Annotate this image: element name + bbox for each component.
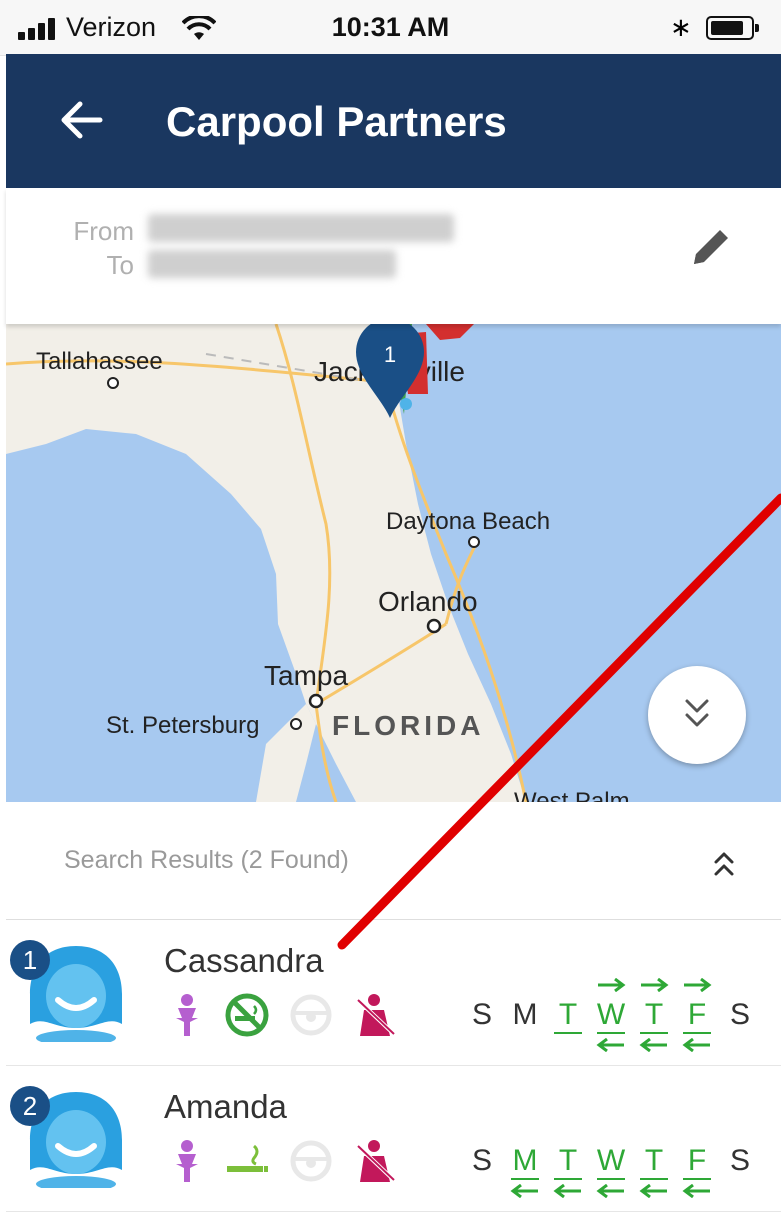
day-active-underline — [597, 1032, 625, 1034]
day-label: S — [471, 998, 492, 1031]
day-label: F — [687, 1144, 707, 1177]
day-label: M — [512, 998, 538, 1031]
female-icon — [176, 1140, 198, 1182]
arrow-right-icon — [684, 978, 712, 992]
rank-badge: 1 — [10, 940, 50, 980]
bluetooth-icon: ∗ — [670, 12, 692, 42]
from-address-redacted — [148, 214, 454, 242]
no-rider-seat-icon — [357, 1140, 398, 1184]
day-label: F — [687, 998, 707, 1031]
day-active-underline — [683, 1178, 711, 1180]
day-active-underline — [554, 1178, 582, 1180]
day-active-underline — [640, 1178, 668, 1180]
arrow-right-icon — [641, 978, 669, 992]
arrow-left-icon — [682, 1038, 710, 1052]
partner-name: Amanda — [164, 1088, 287, 1125]
map-marker-icon[interactable]: 1 — [356, 324, 476, 420]
battery-icon — [706, 16, 759, 40]
female-icon — [176, 994, 198, 1036]
arrow-left-icon — [639, 1184, 667, 1198]
route-panel: From To — [6, 188, 781, 324]
steering-wheel-icon — [290, 994, 332, 1036]
day-label: T — [644, 1144, 664, 1177]
map-view[interactable]: Tallahassee Jacksonville Daytona Beach O… — [6, 324, 781, 802]
day-label: M — [512, 1144, 538, 1177]
day-label: W — [596, 1144, 626, 1177]
day-label: W — [596, 998, 626, 1031]
day-active-underline — [597, 1178, 625, 1180]
day-label: T — [558, 998, 578, 1031]
chevron-double-down-icon — [685, 699, 709, 727]
smoking-icon — [227, 1144, 268, 1172]
no-smoking-icon — [225, 993, 269, 1037]
day-active-underline — [683, 1032, 711, 1034]
day-label: T — [644, 998, 664, 1031]
no-rider-seat-icon — [357, 994, 398, 1038]
clock: 10:31 AM — [331, 12, 450, 42]
arrow-right-icon — [598, 978, 626, 992]
day-active-underline — [511, 1178, 539, 1180]
pencil-icon[interactable] — [686, 222, 736, 272]
day-label: S — [471, 1144, 492, 1177]
status-bar: Verizon 10:31 AM ∗ — [0, 0, 781, 56]
expand-results-button[interactable] — [648, 666, 746, 764]
arrow-left-icon — [639, 1038, 667, 1052]
partner-row-amanda[interactable]: 2 Amanda SMTWTFS — [6, 1066, 781, 1212]
arrow-left-icon[interactable] — [56, 94, 108, 146]
arrow-left-icon — [596, 1184, 624, 1198]
day-label: S — [729, 998, 750, 1031]
to-label: To — [106, 250, 134, 280]
app-bar: Carpool Partners — [6, 54, 781, 188]
results-title: Search Results (2 Found) — [64, 846, 349, 874]
day-active-underline — [640, 1032, 668, 1034]
page-title: Carpool Partners — [166, 98, 507, 145]
arrow-left-icon — [553, 1184, 581, 1198]
partner-row-cassandra[interactable]: 1 Cassandra SMTWTFS — [6, 920, 781, 1066]
from-label: From — [73, 216, 134, 246]
to-address-redacted — [148, 250, 396, 278]
arrow-left-icon — [510, 1184, 538, 1198]
partner-name: Cassandra — [164, 942, 324, 979]
day-label: T — [558, 1144, 578, 1177]
day-label: S — [729, 1144, 750, 1177]
map-marker-label: 1 — [384, 342, 396, 367]
steering-wheel-icon — [290, 1140, 332, 1182]
arrow-left-icon — [596, 1038, 624, 1052]
day-active-underline — [554, 1032, 582, 1034]
arrow-left-icon — [682, 1184, 710, 1198]
chevron-double-up-icon[interactable] — [710, 850, 738, 878]
rank-badge: 2 — [10, 1086, 50, 1126]
results-header: Search Results (2 Found) — [6, 802, 781, 920]
